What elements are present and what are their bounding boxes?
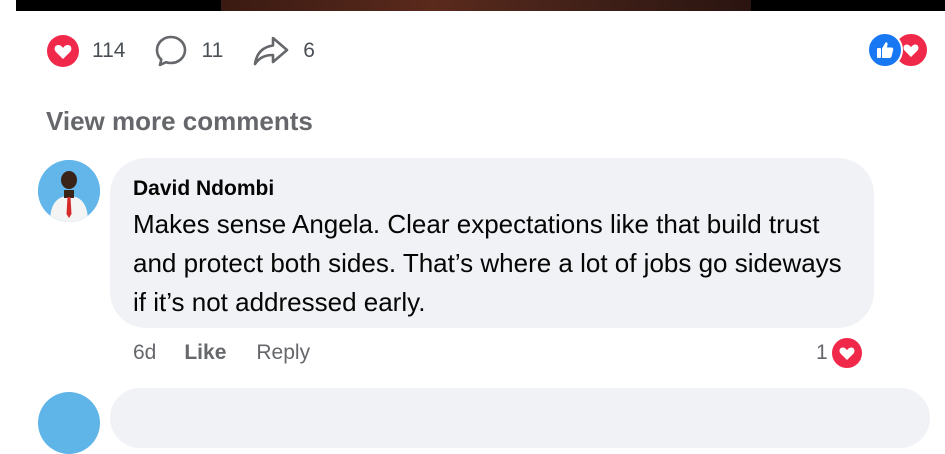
comment-actions: 6d Like Reply xyxy=(133,338,310,368)
love-icon xyxy=(829,336,864,370)
reactions-count: 114 xyxy=(92,39,126,62)
share-icon xyxy=(251,33,291,69)
comments-count: 11 xyxy=(201,39,224,62)
next-comment-bubble xyxy=(110,388,930,448)
view-more-comments-link[interactable]: View more comments xyxy=(46,106,313,137)
comment-icon xyxy=(153,33,189,69)
left-margin xyxy=(0,0,16,402)
reaction-summary[interactable] xyxy=(867,32,929,68)
next-comment-avatar[interactable] xyxy=(38,392,100,454)
comments-stat[interactable]: 11 xyxy=(153,33,223,69)
like-button[interactable]: Like xyxy=(184,341,226,365)
comment-text: Makes sense Angela. Clear expectations l… xyxy=(133,209,842,317)
comment-timestamp[interactable]: 6d xyxy=(133,341,156,365)
reactions-stat[interactable]: 114 xyxy=(46,34,125,68)
comment-bubble: David Ndombi Makes sense Angela. Clear e… xyxy=(110,158,874,328)
shares-stat[interactable]: 6 xyxy=(251,33,315,69)
like-icon xyxy=(867,32,903,68)
comment-reaction-count: 1 xyxy=(816,341,828,364)
post-media-bottom-edge[interactable] xyxy=(16,0,945,11)
comment-author[interactable]: David Ndombi xyxy=(133,176,852,202)
post-stats-bar: 114 11 6 xyxy=(46,30,343,72)
post-photo[interactable] xyxy=(221,0,751,11)
love-reaction-icon xyxy=(46,34,80,68)
shares-count: 6 xyxy=(303,39,315,62)
comment-reactions[interactable]: 1 xyxy=(816,336,864,370)
avatar[interactable] xyxy=(38,160,100,222)
reply-button[interactable]: Reply xyxy=(256,341,310,365)
